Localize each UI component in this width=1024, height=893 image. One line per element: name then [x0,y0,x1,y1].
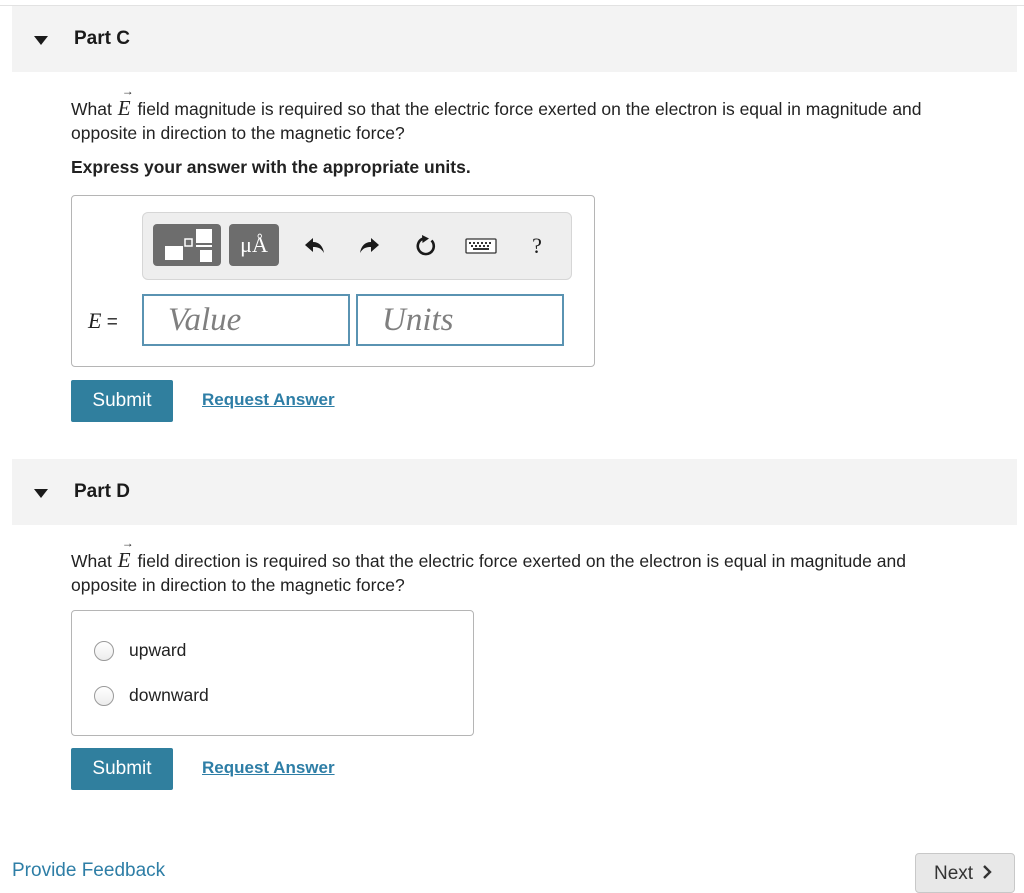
option-upward[interactable]: upward [94,640,186,661]
vector-e-symbol: E → [117,536,134,572]
reset-icon[interactable] [411,233,441,259]
part-c-question: What E → field magnitude is required so t… [71,84,1006,145]
question-prefix: What [71,99,112,119]
math-toolbar: μÅ ? [142,212,572,280]
option-downward[interactable]: downward [94,685,209,706]
question-text-line1: field magnitude is required so that the … [137,99,922,119]
undo-icon[interactable] [301,233,329,259]
templates-icon [165,229,212,262]
request-answer-link[interactable]: Request Answer [202,390,335,410]
collapse-caret-icon[interactable] [34,489,48,498]
collapse-caret-icon[interactable] [34,36,48,45]
chevron-right-icon [983,865,993,879]
next-label: Next [934,863,974,884]
part-d-title: Part D [74,481,130,502]
vector-arrow-icon: → [121,536,134,550]
units-input[interactable]: Units [356,294,564,346]
keyboard-icon[interactable] [463,233,499,259]
question-text-line1: field direction is required so that the … [137,551,906,571]
submit-button[interactable]: Submit [71,380,173,422]
next-button[interactable]: Next [915,853,1015,893]
option-label: downward [129,685,209,705]
value-input[interactable]: Value [142,294,350,346]
part-c-header[interactable]: Part C [12,6,1017,72]
request-answer-link[interactable]: Request Answer [202,758,335,778]
radio-button[interactable] [94,685,114,706]
templates-button[interactable] [153,224,221,266]
help-button[interactable]: ? [525,233,549,259]
vector-arrow-icon: → [121,84,134,98]
part-d-question: What E → field direction is required so t… [71,536,1006,597]
question-text-line2: opposite in direction to the magnetic fo… [71,123,405,143]
answer-instruction: Express your answer with the appropriate… [71,157,471,177]
provide-feedback-link[interactable]: Provide Feedback [12,860,165,882]
question-prefix: What [71,551,112,571]
question-text-line2: opposite in direction to the magnetic fo… [71,575,405,595]
radio-button[interactable] [94,640,114,661]
answer-variable-label: E = [88,308,118,333]
answer-options-box: upward downward [71,610,474,736]
part-d-header[interactable]: Part D [12,459,1017,525]
answer-entry-box: μÅ ? E = Value Units [71,195,595,367]
redo-icon[interactable] [355,233,383,259]
submit-button[interactable]: Submit [71,748,173,790]
part-c-title: Part C [74,28,130,49]
option-label: upward [129,640,187,660]
vector-e-symbol: E → [117,84,134,120]
units-button[interactable]: μÅ [229,224,279,266]
